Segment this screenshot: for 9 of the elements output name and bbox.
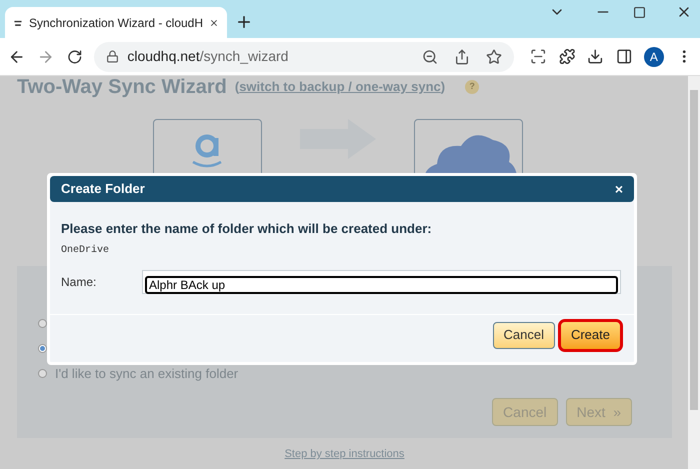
tab-title: Synchronization Wizard - cloudH bbox=[28, 14, 204, 32]
radio-label: I'd like to sync an existing folder bbox=[55, 364, 238, 383]
switch-link-text: (switch to backup / one-way sync) bbox=[234, 78, 446, 96]
page-title: Two-Way Sync Wizard bbox=[17, 75, 227, 100]
dialog-title: Create Folder bbox=[61, 180, 145, 198]
dialog-prompt: Please enter the name of folder which will be created under: bbox=[61, 220, 433, 238]
name-label: Name: bbox=[61, 274, 98, 290]
url-text: cloudhq.net/synch_wizard bbox=[127, 47, 290, 66]
parent-folder-name: OneDrive bbox=[61, 244, 110, 258]
